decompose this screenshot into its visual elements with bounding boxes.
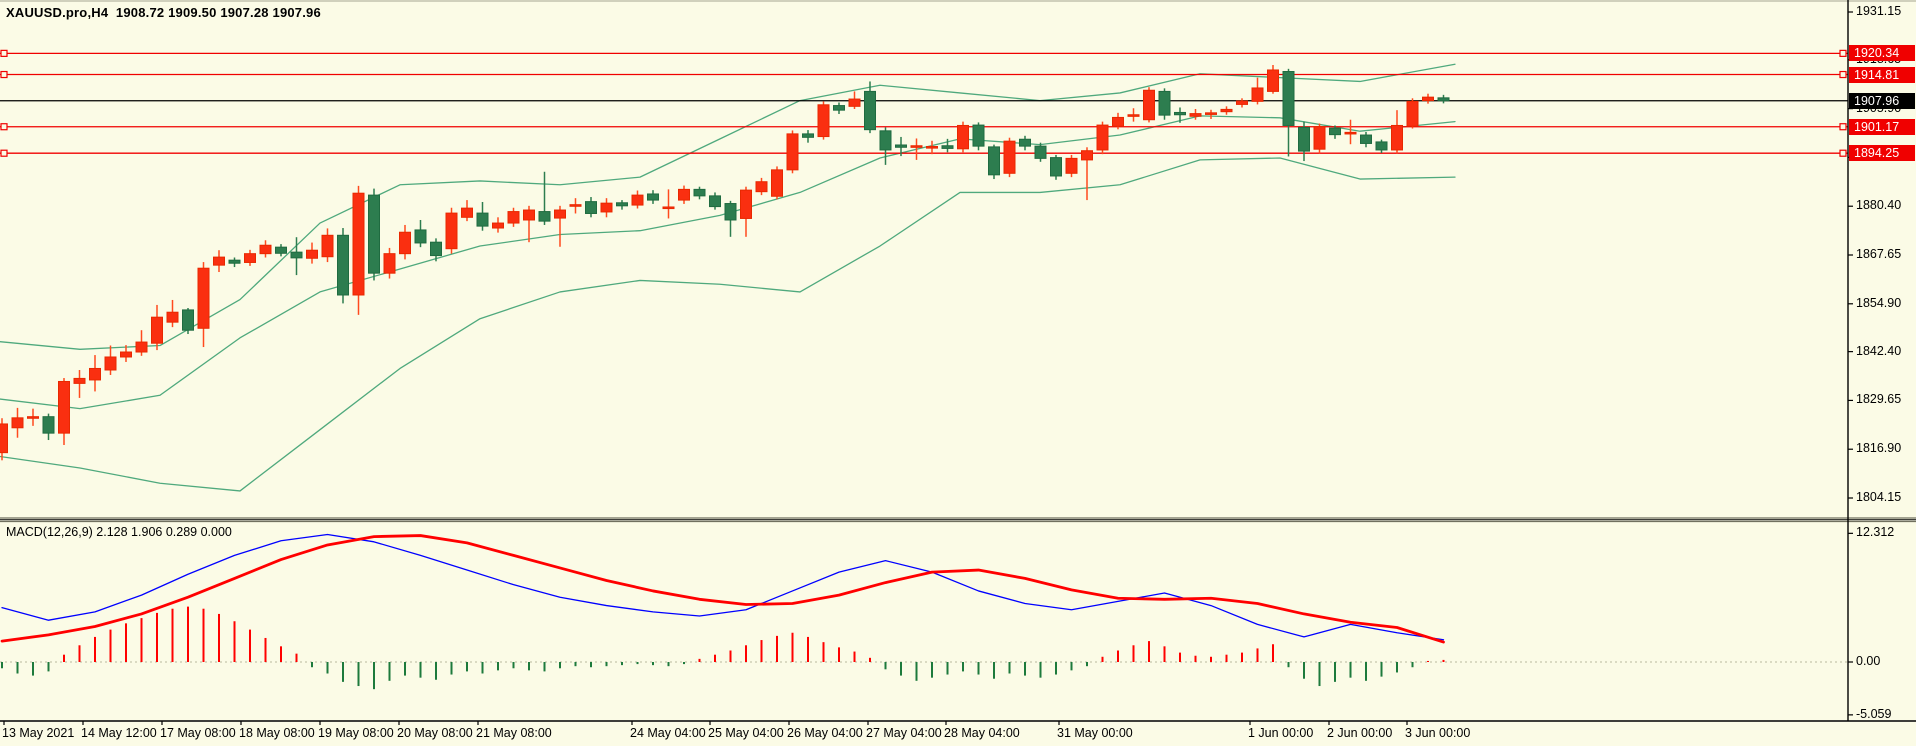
date-tick-label: 17 May 08:00 [160, 726, 236, 740]
chart-window: XAUUSD.pro,H4 1908.72 1909.50 1907.28 19… [0, 0, 1916, 746]
macd-tick-label: 0.00 [1856, 654, 1881, 668]
date-tick-label: 28 May 04:00 [944, 726, 1020, 740]
date-tick-label: 21 May 08:00 [476, 726, 552, 740]
price-tick-label: 1829.65 [1856, 392, 1902, 407]
price-chart-canvas[interactable] [0, 0, 1916, 746]
symbol-period-label: XAUUSD.pro,H4 [6, 5, 109, 20]
date-tick-label: 25 May 04:00 [708, 726, 784, 740]
price-tick-label: 1880.40 [1856, 198, 1902, 213]
date-tick-label: 1 Jun 00:00 [1248, 726, 1314, 740]
price-tick-label: 1804.15 [1856, 490, 1902, 504]
date-tick-label: 3 Jun 00:00 [1405, 726, 1471, 740]
macd-indicator-label: MACD(12,26,9) 2.128 1.906 0.289 0.000 [6, 525, 232, 539]
level-price-badge: 1901.17 [1849, 118, 1915, 135]
price-tick-label: 1867.65 [1856, 247, 1902, 261]
date-tick-label: 26 May 04:00 [787, 726, 863, 740]
level-price-badge: 1920.34 [1849, 45, 1915, 62]
date-tick-label: 27 May 04:00 [866, 726, 942, 740]
price-tick-label: 1931.15 [1856, 4, 1902, 18]
price-tick-label: 1854.90 [1856, 295, 1902, 310]
macd-tick-label: 12.312 [1856, 525, 1895, 540]
date-tick-label: 18 May 08:00 [239, 726, 315, 740]
chart-title: XAUUSD.pro,H4 1908.72 1909.50 1907.28 19… [6, 5, 321, 20]
date-tick-label: 13 May 2021 [2, 726, 75, 740]
level-price-badge: 1914.81 [1849, 66, 1915, 83]
date-tick-label: 14 May 12:00 [81, 726, 157, 740]
date-tick-label: 24 May 04:00 [630, 726, 706, 740]
date-tick-label: 19 May 08:00 [318, 726, 394, 740]
price-tick-label: 1816.90 [1856, 441, 1902, 456]
date-tick-label: 2 Jun 00:00 [1327, 726, 1393, 740]
macd-tick-label: -5.059 [1856, 706, 1892, 721]
ohlc-quote-label: 1908.72 1909.50 1907.28 1907.96 [115, 5, 321, 20]
date-tick-label: 20 May 08:00 [397, 726, 473, 740]
level-price-badge: 1894.25 [1849, 145, 1915, 162]
price-tick-label: 1842.40 [1856, 343, 1902, 358]
date-tick-label: 31 May 00:00 [1057, 726, 1133, 740]
current-price-badge: 1907.96 [1849, 92, 1915, 109]
